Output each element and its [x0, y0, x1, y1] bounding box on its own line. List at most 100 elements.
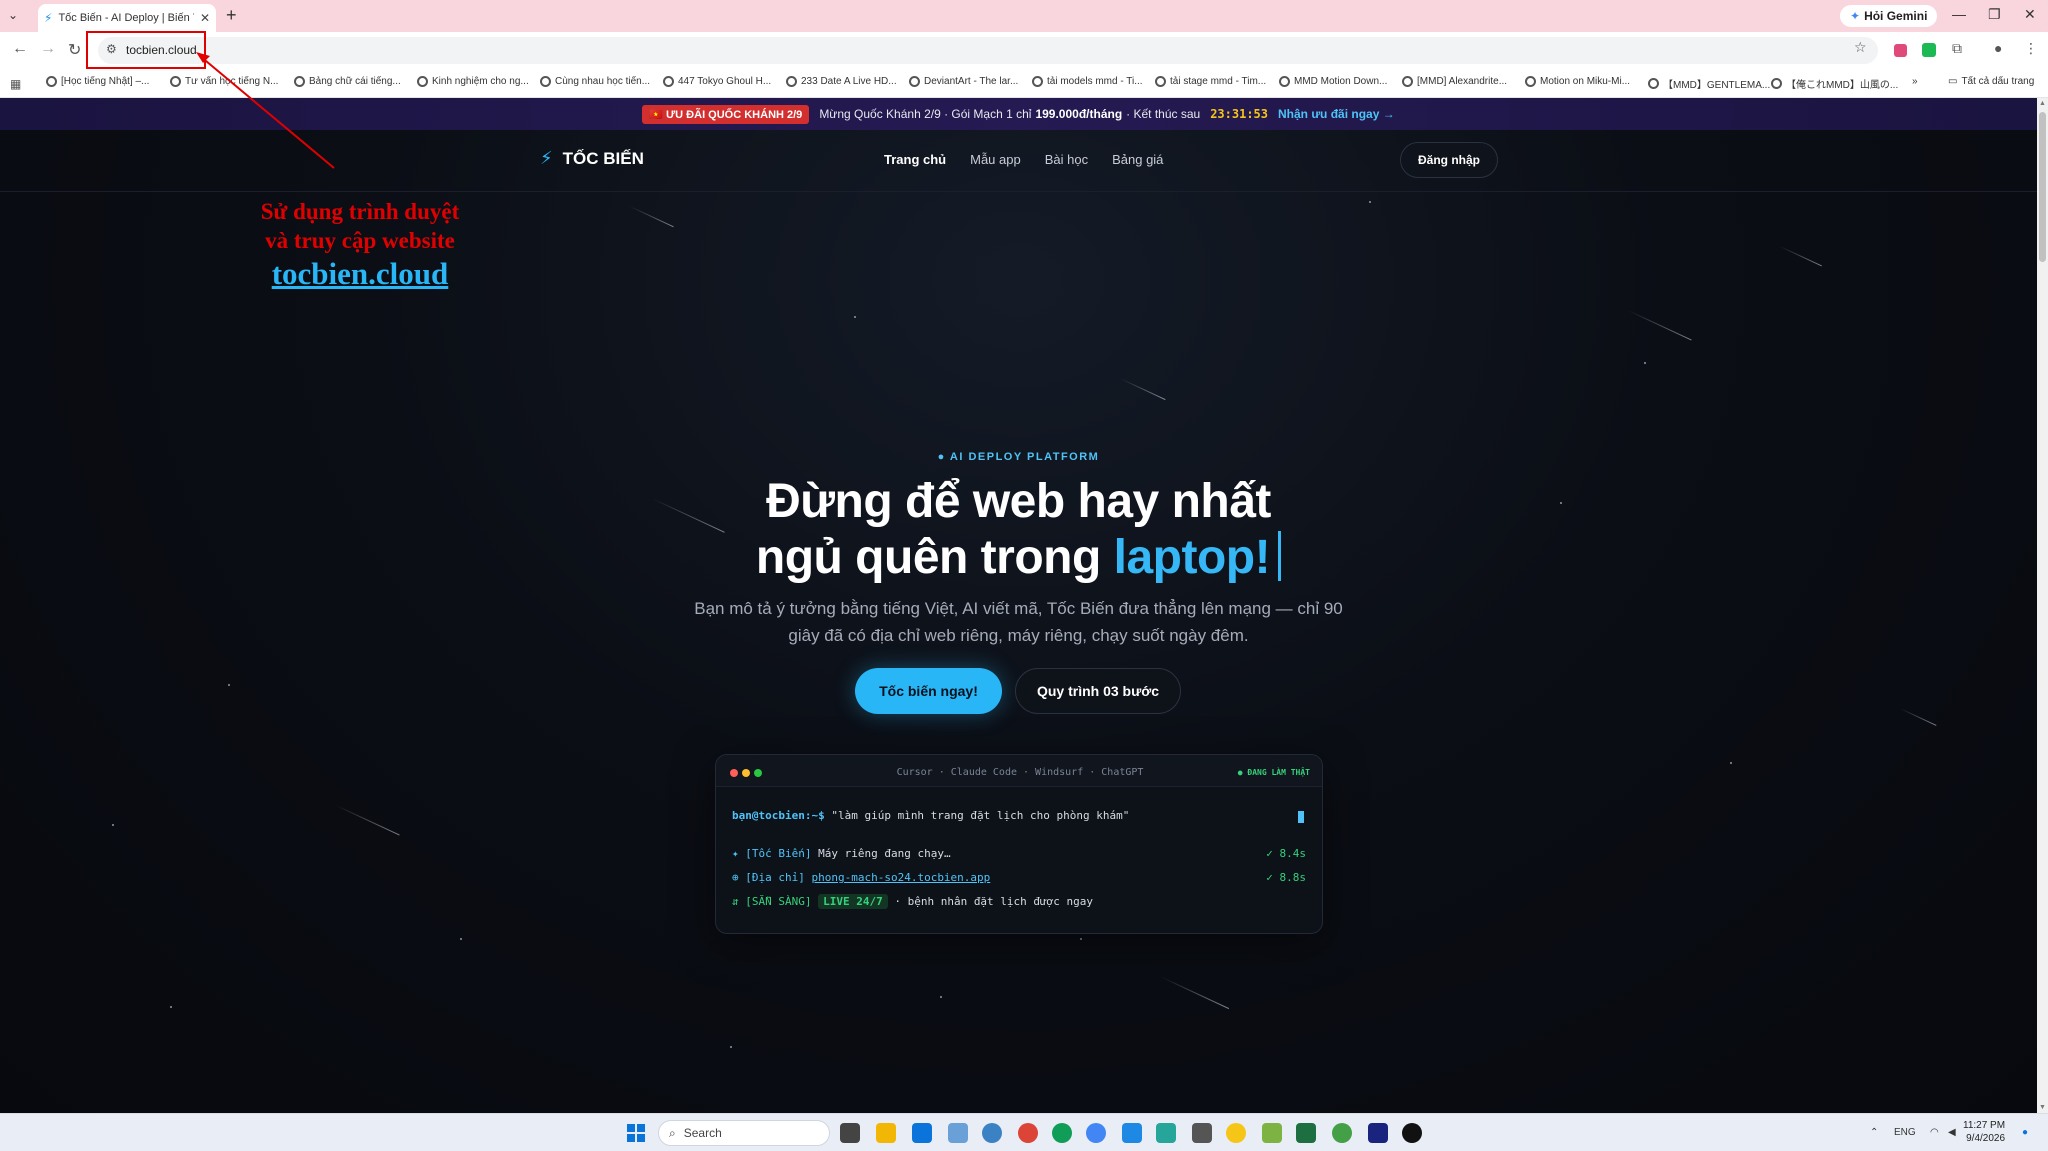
chrome-icon[interactable] [1018, 1123, 1038, 1143]
terminal-demo: Cursor · Claude Code · Windsurf · ChatGP… [715, 754, 1323, 934]
chrome-alt-icon[interactable] [1086, 1123, 1106, 1143]
bookmark-item[interactable]: 233 Date A Live HD... [786, 76, 897, 87]
store-icon[interactable] [912, 1123, 932, 1143]
sparkle-icon: ✦ [732, 847, 739, 860]
taskbar-search-label: Search [683, 1126, 722, 1140]
folder-icon: ▭ [1948, 76, 1958, 87]
taskbar-search[interactable]: ⌕ Search [658, 1120, 830, 1146]
restore-icon[interactable]: ❐ [1988, 6, 2001, 23]
site-logo[interactable]: ⚡ TỐC BIẾN [540, 148, 644, 169]
live-badge: LIVE 24/7 [818, 894, 888, 909]
bookmark-item[interactable]: tải stage mmd - Tim... [1155, 76, 1266, 87]
terminal-command-line: bạn@tocbien:~$ "làm giúp mình trang đặt … [732, 809, 1129, 822]
scroll-up-icon[interactable]: ▲ [2039, 100, 2046, 107]
wifi-icon[interactable]: ◠ [1930, 1127, 1939, 1138]
tray-chevron-icon[interactable]: ⌃ [1870, 1127, 1878, 1138]
globe-icon [540, 76, 551, 87]
app-printer-icon[interactable] [1192, 1123, 1212, 1143]
globe-icon [1648, 78, 1659, 89]
nav-item-lessons[interactable]: Bài học [1045, 152, 1088, 167]
app-yellow-icon[interactable] [1226, 1123, 1246, 1143]
profile-icon[interactable]: ● [1994, 40, 2002, 56]
bookmark-item[interactable]: 【MMD】GENTLEMA... [1648, 76, 1770, 91]
secondary-cta-button[interactable]: Quy trình 03 bước [1015, 668, 1181, 714]
photos-icon[interactable] [948, 1123, 968, 1143]
excel-icon[interactable] [1296, 1123, 1316, 1143]
more-bookmarks-icon[interactable]: » [1912, 76, 1918, 87]
hero-heading-pre: ngủ quên trong [755, 531, 1101, 584]
terminal-output-line: ✦ [Tốc Biến] Máy riêng đang chạy… [732, 847, 951, 860]
bookmark-item[interactable]: tải models mmd - Ti... [1032, 76, 1143, 87]
bookmark-star-icon[interactable]: ☆ [1854, 39, 1867, 56]
scroll-down-icon[interactable]: ▼ [2039, 1104, 2046, 1111]
extension-green-icon[interactable] [1922, 43, 1936, 57]
app-green-icon[interactable] [1332, 1123, 1352, 1143]
terminal-titlebar: Cursor · Claude Code · Windsurf · ChatGP… [716, 755, 1322, 787]
window-close-icon[interactable]: ✕ [2024, 6, 2036, 23]
task-view-icon[interactable] [840, 1123, 860, 1143]
system-clock[interactable]: 11:27 PM 9/4/2026 [1963, 1119, 2005, 1145]
star-dot [1369, 201, 1371, 203]
extensions-icon[interactable]: ⧉ [1952, 40, 1962, 57]
hero-subtitle: Bạn mô tả ý tưởng bằng tiếng Việt, AI vi… [694, 599, 1343, 645]
bookmark-item[interactable]: 【俺これMMD】山風の... [1771, 76, 1898, 91]
promo-cta-link[interactable]: Nhận ưu đãi ngay → [1278, 107, 1395, 121]
start-windows-icon[interactable] [627, 1124, 645, 1142]
volume-icon[interactable]: ◀ [1948, 1127, 1956, 1138]
signal-icon: ⇵ [732, 895, 739, 908]
primary-cta-button[interactable]: Tốc biến ngay! [855, 668, 1002, 714]
chatgpt-icon[interactable] [1402, 1123, 1422, 1143]
star-streak [1159, 976, 1230, 1010]
app-notes-icon[interactable] [1262, 1123, 1282, 1143]
hero-heading-line1: Đừng để web hay nhất [766, 475, 1271, 528]
notification-bell-icon[interactable]: ● [2022, 1127, 2028, 1138]
globe-icon [663, 76, 674, 87]
menu-kebab-icon[interactable]: ⋮ [2024, 40, 2038, 57]
scroll-thumb[interactable] [2039, 112, 2046, 262]
star-dot [1730, 762, 1732, 764]
chrome-profile-icon[interactable] [1052, 1123, 1072, 1143]
terminal-time: ✓ 8.8s [1266, 871, 1306, 884]
star-streak [1899, 708, 1937, 726]
search-icon: ⌕ [669, 1125, 676, 1140]
app-tool-icon[interactable] [1156, 1123, 1176, 1143]
nav-item-templates[interactable]: Mẫu app [970, 152, 1021, 167]
terminal-output-line: ⊕ [Địa chỉ] phong-mach-so24.tocbien.app [732, 871, 991, 884]
file-explorer-icon[interactable] [876, 1123, 896, 1143]
bookmark-item[interactable]: DeviantArt - The lar... [909, 76, 1018, 87]
windows-taskbar: ⌕ Search ⌃ ENG ◠ ◀ 11:27 PM 9/4/2026 ● [0, 1113, 2048, 1151]
terminal-cursor [1298, 811, 1304, 823]
all-bookmarks-folder[interactable]: ▭ Tất cả dấu trang [1948, 76, 2034, 87]
bookmark-item[interactable]: Kinh nghiệm cho ng... [417, 76, 529, 87]
terminal-prompt: bạn@tocbien:~$ [732, 809, 825, 822]
page-scrollbar[interactable]: ▲ ▼ [2037, 98, 2048, 1113]
star-dot [460, 938, 462, 940]
star-streak [629, 206, 674, 228]
bookmark-item[interactable]: [MMD] Alexandrite... [1402, 76, 1507, 87]
annotation-text: Sử dụng trình duyệt và truy cập website [260, 199, 460, 253]
promo-badge: 🇻🇳 ƯU ĐÃI QUỐC KHÁNH 2/9 [642, 104, 810, 124]
login-button[interactable]: Đăng nhập [1400, 142, 1498, 178]
main-nav: Trang chủ Mẫu app Bài học Bảng giá [884, 152, 1163, 167]
extension-shield-icon[interactable] [1894, 44, 1907, 57]
nav-item-pricing[interactable]: Bảng giá [1112, 152, 1163, 167]
app-window-icon[interactable] [1122, 1123, 1142, 1143]
deploy-url-link[interactable]: phong-mach-so24.tocbien.app [811, 871, 990, 884]
typing-caret [1278, 531, 1282, 581]
gemini-label: Hỏi Gemini [1864, 9, 1928, 23]
globe-icon [1402, 76, 1413, 87]
ask-gemini-button[interactable]: ✦ Hỏi Gemini [1840, 5, 1938, 27]
bookmark-item[interactable]: Cùng nhau học tiến... [540, 76, 650, 87]
minimize-icon[interactable]: — [1952, 6, 1966, 22]
app-a-icon[interactable] [1368, 1123, 1388, 1143]
bookmark-item[interactable]: 447 Tokyo Ghoul H... [663, 76, 771, 87]
zalo-icon[interactable] [982, 1123, 1002, 1143]
star-dot [1644, 362, 1646, 364]
star-dot [940, 996, 942, 998]
star-streak [335, 805, 400, 836]
bookmark-item[interactable]: Motion on Miku-Mi... [1525, 76, 1630, 87]
globe-icon: ⊕ [732, 871, 739, 884]
bookmark-item[interactable]: MMD Motion Down... [1279, 76, 1387, 87]
language-indicator[interactable]: ENG [1894, 1127, 1916, 1138]
nav-item-home[interactable]: Trang chủ [884, 152, 946, 167]
